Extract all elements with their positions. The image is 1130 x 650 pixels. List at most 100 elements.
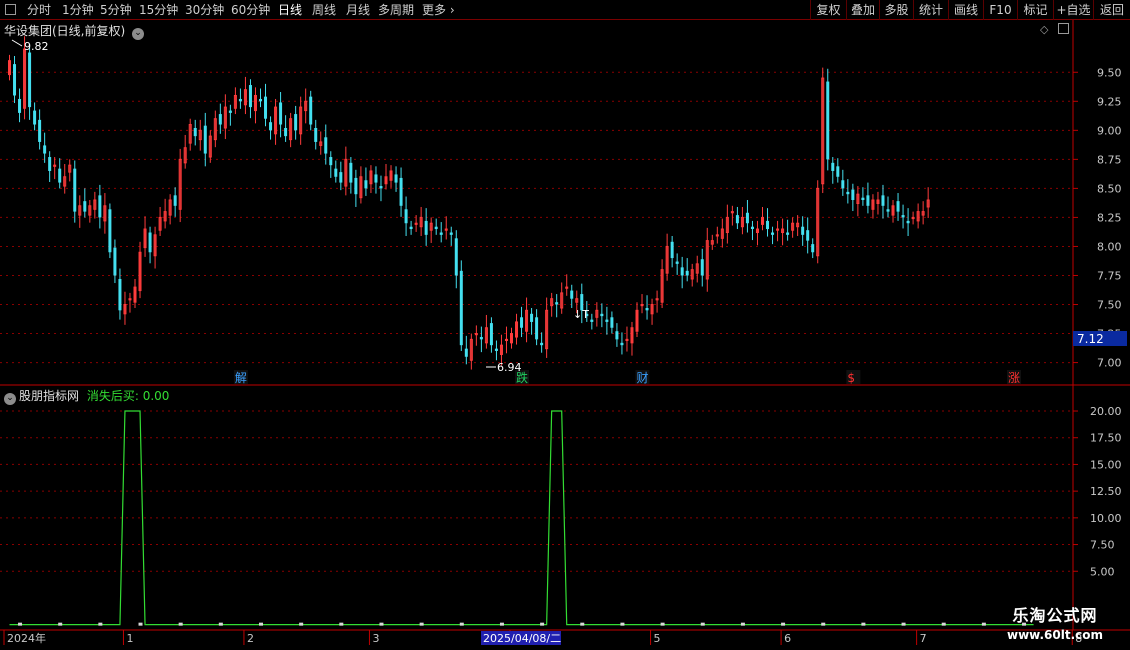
candle: [329, 151, 333, 178]
diamond-icon[interactable]: ◇: [1040, 23, 1048, 36]
candle: [83, 188, 87, 218]
watermark: 乐淘公式网 www.60lt.com: [985, 605, 1125, 649]
indicator-dot: [740, 622, 745, 626]
candle: [163, 198, 167, 229]
candle: [655, 290, 659, 313]
candle: [264, 83, 268, 127]
watermark-title: 乐淘公式网: [1012, 606, 1098, 625]
toolbar-button-f10[interactable]: F10: [983, 0, 1017, 20]
period-tab-more[interactable]: 更多 ›: [422, 0, 455, 20]
candle-body-down: [228, 110, 232, 113]
candle: [595, 302, 599, 327]
indicator-dot: [781, 622, 786, 626]
toolbar-button-fanhui[interactable]: 返回: [1093, 0, 1130, 20]
indicator-dot: [821, 622, 826, 626]
candle-body-down: [449, 232, 453, 235]
period-tab-30min[interactable]: 30分钟: [185, 0, 224, 20]
candle: [735, 206, 739, 230]
candle: [620, 332, 624, 355]
candle: [43, 132, 47, 163]
candle: [238, 88, 242, 109]
chevron-down-icon[interactable]: ⌄: [4, 393, 16, 405]
indicator-dot: [540, 622, 545, 626]
candle-body-down: [520, 317, 524, 328]
indicator-tick-label: 7.50: [1090, 539, 1115, 552]
candle-body-down: [454, 238, 458, 276]
indicator-dot: [259, 622, 263, 626]
candle: [660, 259, 664, 308]
candle-body-down: [279, 102, 283, 125]
candle-body-down: [364, 180, 368, 189]
candle: [791, 217, 795, 238]
period-tab-5min[interactable]: 5分钟: [100, 0, 132, 20]
candle: [53, 157, 57, 180]
candle: [133, 278, 137, 308]
indicator-dot: [660, 622, 665, 626]
candle-body-down: [148, 232, 152, 253]
high-label: 9.82: [24, 40, 49, 53]
candle-body-down: [354, 177, 358, 195]
candle-body-down: [424, 220, 428, 235]
candle-body-down: [339, 172, 343, 183]
time-axis-label-7: 7: [920, 632, 927, 645]
toolbar-button-diejia[interactable]: 叠加: [846, 0, 879, 20]
indicator-tick-label: 10.00: [1090, 512, 1122, 525]
period-tab-15min[interactable]: 15分钟: [139, 0, 178, 20]
candle-body-down: [570, 290, 574, 299]
period-tab-fenshi[interactable]: 分时: [27, 0, 51, 20]
candle-body-down: [404, 209, 408, 224]
candle: [755, 220, 759, 246]
chevron-down-icon[interactable]: ⌄: [132, 28, 145, 40]
candle-body-down: [786, 232, 790, 235]
candle-body-down: [615, 331, 619, 340]
price-tick-label: 9.00: [1097, 124, 1122, 137]
period-tab-60min[interactable]: 60分钟: [231, 0, 270, 20]
period-tab-daily[interactable]: 日线: [278, 0, 302, 20]
candle-body-down: [901, 215, 905, 218]
period-tab-1min[interactable]: 1分钟: [62, 0, 94, 20]
toolbar-button-duogu[interactable]: 多股: [879, 0, 913, 20]
candle: [213, 110, 217, 148]
candle: [520, 306, 524, 338]
candle: [786, 219, 790, 241]
candle: [851, 183, 855, 212]
period-tab-weekly[interactable]: 周线: [312, 0, 336, 20]
time-axis-label-3: 3: [372, 632, 379, 645]
candle-body-down: [113, 247, 117, 276]
candle-body-down: [248, 85, 252, 108]
candle: [354, 169, 358, 207]
candle: [359, 166, 363, 204]
candle: [530, 308, 534, 335]
period-tab-multi[interactable]: 多周期: [378, 0, 414, 20]
toolbar-button-fuquan[interactable]: 复权: [810, 0, 846, 20]
candle: [369, 165, 373, 194]
toolbar-button-tongji[interactable]: 统计: [913, 0, 948, 20]
candle: [178, 148, 182, 223]
candle-body-down: [831, 162, 835, 171]
candle-body-down: [685, 270, 689, 276]
indicator-dot: [178, 622, 183, 626]
candle: [439, 222, 443, 243]
candle: [138, 241, 142, 299]
panel-toggle-icon[interactable]: [1058, 23, 1070, 34]
candle-body-down: [861, 197, 865, 200]
price-tick-label: 9.50: [1097, 66, 1122, 79]
candle: [680, 256, 684, 289]
window-menu-icon[interactable]: [0, 0, 20, 20]
toolbar-button-huaxian[interactable]: 画线: [948, 0, 983, 20]
candle: [610, 311, 614, 334]
period-tab-monthly[interactable]: 月线: [346, 0, 370, 20]
candle: [419, 206, 423, 236]
toolbar-button-biaoji[interactable]: 标记: [1017, 0, 1053, 20]
indicator-dot: [700, 622, 705, 626]
candle-body-down: [203, 125, 207, 154]
candle: [48, 151, 52, 182]
candle: [856, 186, 860, 217]
candle: [881, 184, 885, 219]
candle: [781, 218, 785, 246]
indicator-dot: [620, 622, 625, 626]
candle: [148, 226, 152, 264]
toolbar-button-zixuan[interactable]: +自选: [1053, 0, 1093, 20]
candle: [846, 179, 850, 204]
candle-body-down: [811, 244, 815, 253]
